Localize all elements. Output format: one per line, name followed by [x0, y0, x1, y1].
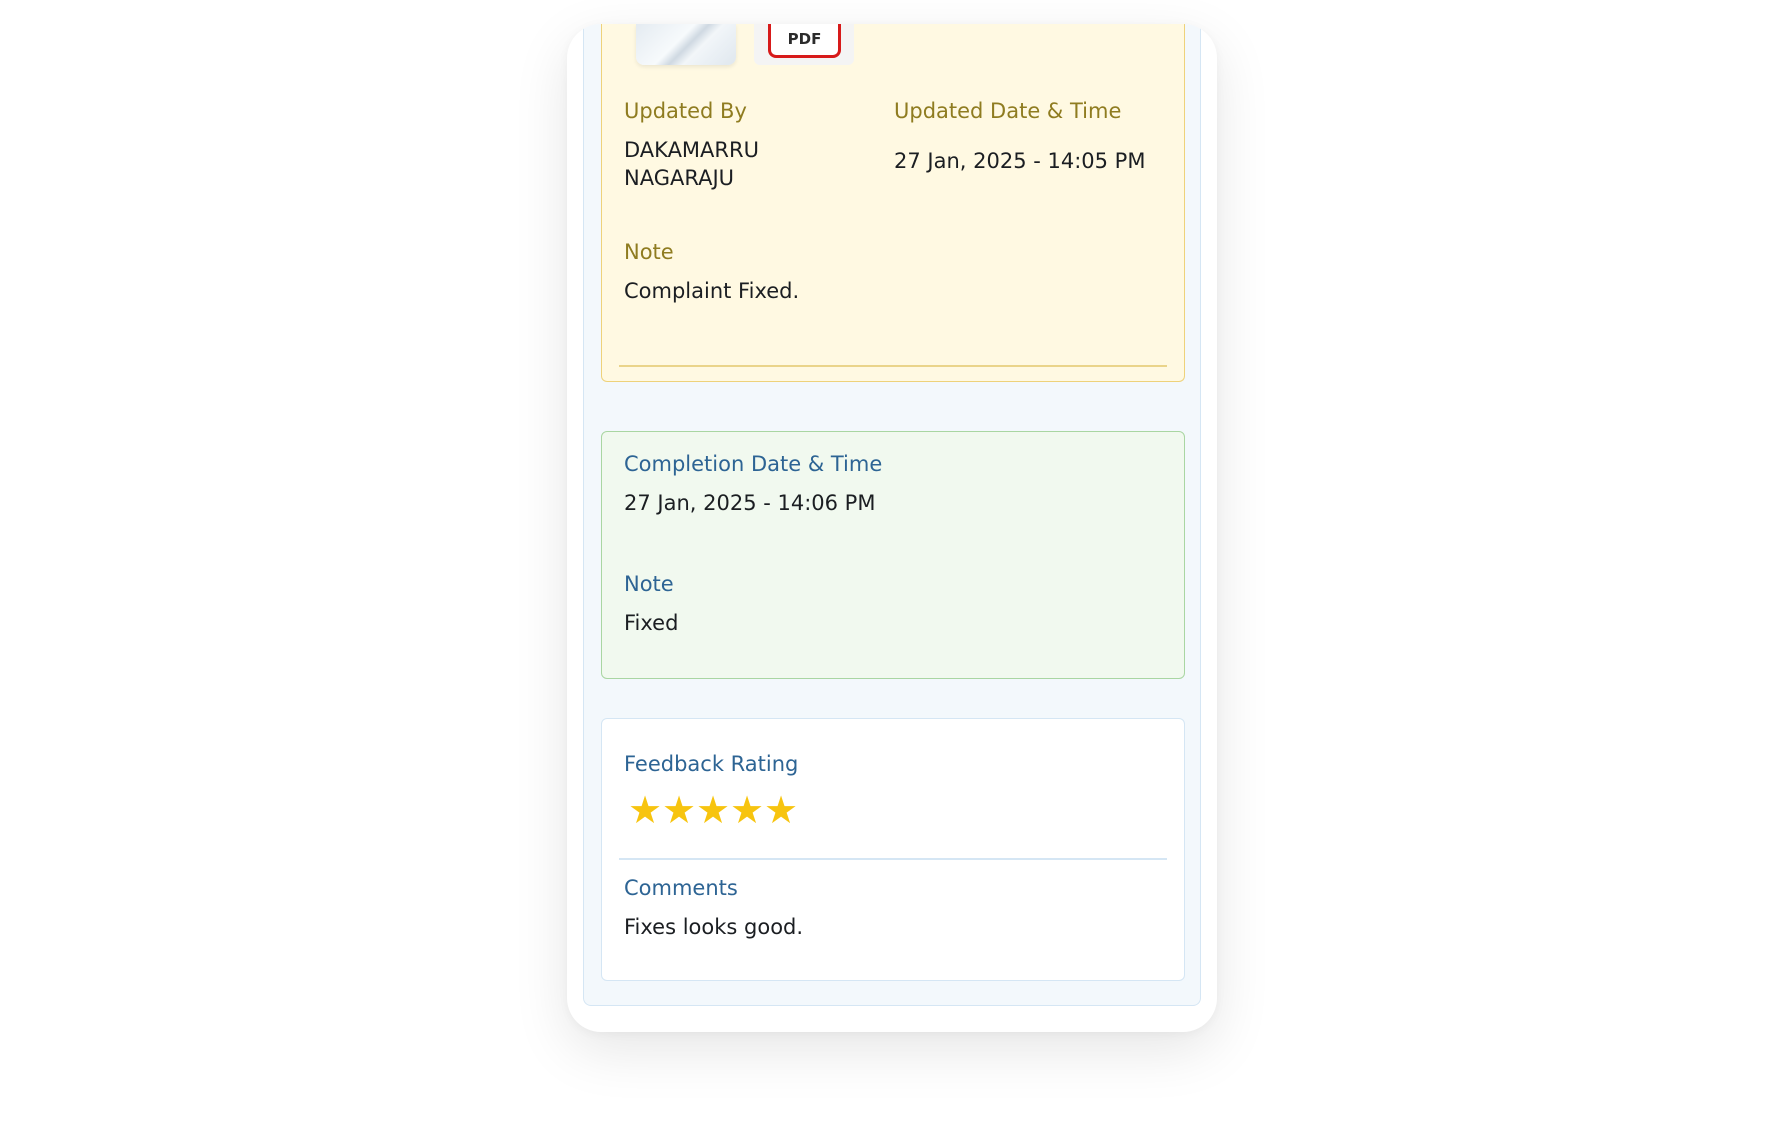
- update-note-value: Complaint Fixed.: [624, 279, 800, 303]
- update-note-label: Note: [624, 240, 674, 264]
- star-icon: ★: [730, 788, 765, 832]
- star-icon: ★: [764, 788, 799, 832]
- completion-datetime-label: Completion Date & Time: [624, 452, 883, 476]
- completion-note-value: Fixed: [624, 611, 679, 635]
- updated-by-label: Updated By: [624, 99, 747, 123]
- pdf-icon-label: PDF: [787, 30, 822, 48]
- completion-datetime-value: 27 Jan, 2025 - 14:06 PM: [624, 491, 876, 515]
- complaint-details-screen[interactable]: PDF Updated By DAKAMARRU NAGARAJU Update…: [583, 24, 1201, 1006]
- image-attachment-thumbnail[interactable]: [636, 24, 736, 65]
- divider: [619, 858, 1167, 860]
- pdf-icon: PDF: [768, 24, 841, 58]
- completion-card: Completion Date & Time 27 Jan, 2025 - 14…: [601, 431, 1185, 679]
- feedback-rating-label: Feedback Rating: [624, 752, 799, 776]
- completion-note-label: Note: [624, 572, 674, 596]
- star-icon: ★: [628, 788, 663, 832]
- feedback-card: Feedback Rating ★ ★ ★ ★ ★ Comments Fixes…: [601, 718, 1185, 981]
- feedback-rating-stars: ★ ★ ★ ★ ★: [628, 788, 799, 832]
- status-update-card: PDF Updated By DAKAMARRU NAGARAJU Update…: [601, 24, 1185, 382]
- divider: [619, 365, 1167, 367]
- phone-frame: PDF Updated By DAKAMARRU NAGARAJU Update…: [567, 24, 1217, 1032]
- comments-value: Fixes looks good.: [624, 915, 804, 939]
- star-icon: ★: [696, 788, 731, 832]
- star-icon: ★: [662, 788, 697, 832]
- pdf-attachment-thumbnail[interactable]: PDF: [754, 24, 854, 65]
- updated-by-value: DAKAMARRU NAGARAJU: [624, 138, 759, 190]
- comments-label: Comments: [624, 876, 738, 900]
- updated-datetime-label: Updated Date & Time: [894, 99, 1122, 123]
- updated-datetime-value: 27 Jan, 2025 - 14:05 PM: [894, 149, 1146, 173]
